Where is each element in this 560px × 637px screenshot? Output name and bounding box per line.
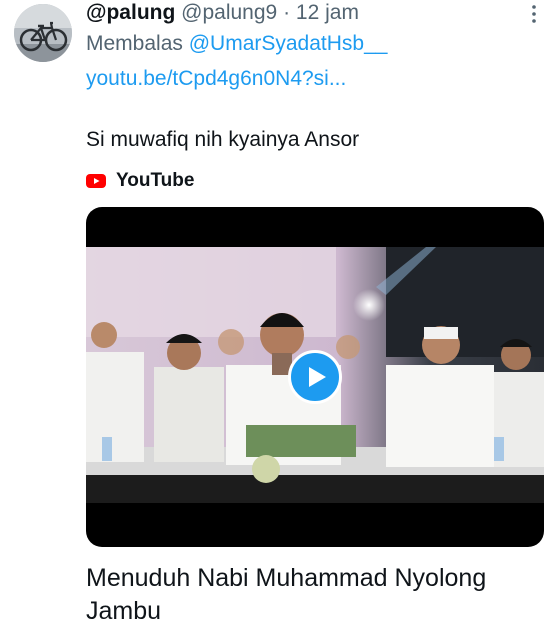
tweet-text: Si muwafiq nih kyainya Ansor (86, 128, 360, 151)
user-handle[interactable]: @palung9 (181, 1, 277, 24)
card-source-name: YouTube (116, 170, 195, 191)
video-card[interactable] (86, 207, 544, 547)
header-separator: · (283, 1, 291, 24)
play-button[interactable] (288, 350, 342, 404)
display-name[interactable]: @palung (86, 1, 175, 24)
user-avatar[interactable] (14, 4, 72, 62)
bicycle-avatar-image (14, 4, 72, 62)
reply-prefix: Membalas (86, 32, 183, 55)
youtube-icon (86, 174, 106, 188)
tweet-timestamp[interactable]: 12 jam (296, 1, 359, 24)
reply-mention-link[interactable]: @UmarSyadatHsb__ (189, 32, 388, 55)
tweet-header: @palung @palung9 · 12 jam (86, 0, 359, 26)
reply-context: Membalas @UmarSyadatHsb__ (86, 31, 387, 57)
tweet-url-link[interactable]: youtu.be/tCpd4g6n0N4?si... (86, 66, 346, 92)
more-vertical-icon[interactable] (524, 3, 544, 25)
play-icon (309, 367, 326, 387)
card-source: YouTube (86, 168, 194, 194)
card-title[interactable]: Menuduh Nabi Muhammad Nyolong Jambu (86, 562, 546, 628)
